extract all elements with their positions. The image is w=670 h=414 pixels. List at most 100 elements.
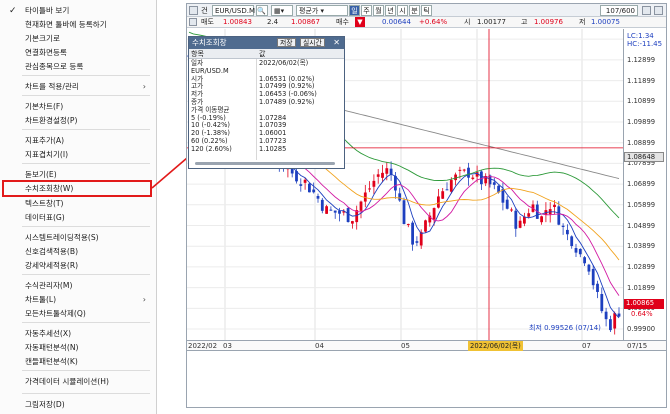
- menu-item[interactable]: 관심종목으로 등록: [0, 60, 156, 74]
- x-tick-label: 03: [223, 342, 232, 350]
- menu-item-label: 차트를 적용/관리: [25, 82, 79, 91]
- menu-separator: [22, 274, 150, 275]
- period-tab[interactable]: 틱: [421, 5, 432, 16]
- menu-item[interactable]: 기본크기로: [0, 32, 156, 46]
- menu-item-label: 차트환경설정(P): [25, 116, 78, 125]
- symbol-input[interactable]: EUR/USD.M: [212, 5, 255, 16]
- candle-body: [583, 257, 586, 264]
- popup-row-value: 2022/06/02(목): [259, 59, 309, 67]
- date-axis: 07/1507060504032022/02 2022/06/02(목): [187, 340, 666, 351]
- menu-item-label: 텍스트창(T): [25, 199, 64, 208]
- candle-body: [308, 183, 311, 193]
- menu-item[interactable]: 차트툴(L) ›: [0, 293, 156, 307]
- candle-body: [312, 189, 316, 193]
- quote-bar: 매도 1.00843 2.4 1.00867 매수 ▼ 0.00644 +0.6…: [187, 17, 666, 28]
- menu-item[interactable]: 수식관리자(M): [0, 279, 156, 293]
- menu-item[interactable]: 연결화면등록: [0, 46, 156, 60]
- realtime-button[interactable]: 실시간: [300, 38, 325, 47]
- candle-body: [574, 248, 578, 253]
- menu-item[interactable]: 캔들패턴분석(K): [0, 355, 156, 369]
- period-tab[interactable]: 시: [397, 5, 408, 16]
- menu-item[interactable]: 현재화면 툴바에 등록하기: [0, 18, 156, 32]
- menu-item-label: 모든차트툴삭제(Q): [25, 309, 86, 318]
- crosshair-date-flag: 2022/06/02(목): [468, 341, 523, 351]
- last-change-flag: 0.64%: [631, 310, 653, 318]
- candle-body: [518, 220, 522, 228]
- candle-body: [454, 174, 457, 181]
- menu-separator: [22, 226, 150, 227]
- candle-body: [492, 182, 496, 185]
- settings-icon[interactable]: [642, 6, 651, 15]
- menu-item[interactable]: 지표겹치기(I): [0, 148, 156, 162]
- menu-item[interactable]: 지표추가(A): [0, 134, 156, 148]
- menu-highlight-box: [2, 180, 152, 197]
- buy-price: 1.00867: [291, 18, 320, 26]
- menu-item-label: 자동패턴분석(N): [25, 343, 79, 352]
- period-tab[interactable]: 주: [361, 5, 372, 16]
- menu-separator: [22, 370, 150, 371]
- menu-item[interactable]: 자동추세선(X): [0, 327, 156, 341]
- y-tick-label: 1.03899: [627, 242, 656, 251]
- menu-item[interactable]: 신호검색적용(B): [0, 245, 156, 259]
- down-triangle-icon: ▼: [355, 17, 365, 27]
- menu-item-label: 타이틀바 보기: [25, 6, 70, 15]
- menu-item[interactable]: 데이터표(G): [0, 211, 156, 225]
- popup-titlebar[interactable]: 수치조회창 저장 실시간 ✕: [189, 37, 344, 49]
- candle-body: [609, 319, 612, 331]
- candle-body: [613, 313, 617, 329]
- quote-toggle-icon[interactable]: [189, 18, 197, 26]
- refresh-icon[interactable]: [654, 6, 663, 15]
- candle-body: [320, 199, 324, 211]
- period-tab[interactable]: 분: [409, 5, 420, 16]
- count-input[interactable]: 107/600: [600, 5, 638, 16]
- spread-value: 2.4: [267, 18, 279, 26]
- menu-item[interactable]: 그림저장(D): [0, 398, 156, 412]
- menu-item[interactable]: ✓ 타이틀바 보기: [0, 4, 156, 18]
- menu-separator: [22, 95, 150, 96]
- menu-item-label: 시스템트레이딩적용(S): [25, 233, 99, 242]
- menu-item[interactable]: 텍스트창(T): [0, 197, 156, 211]
- candle-body: [449, 180, 453, 192]
- menu-item[interactable]: 시스템트레이딩적용(S): [0, 231, 156, 245]
- candle-body: [445, 189, 449, 191]
- y-tick-label: 1.08899: [627, 138, 656, 147]
- candle-body: [505, 199, 509, 209]
- candle-body: [578, 248, 582, 255]
- candle-body: [368, 188, 371, 190]
- ma-type-select[interactable]: 평균가 ▾: [296, 5, 348, 16]
- menu-item[interactable]: 자동패턴분석(N): [0, 341, 156, 355]
- candle-body: [381, 172, 384, 178]
- chart-type-select[interactable]: ▦▾: [271, 5, 293, 16]
- period-tab[interactable]: 일: [349, 5, 360, 16]
- min-price-label: 최저 0.99526 (07/14): [529, 324, 601, 332]
- candle-body: [540, 216, 543, 223]
- menu-separator: [22, 393, 150, 394]
- menu-item[interactable]: 가격데이터 시뮬레이션(H): [0, 375, 156, 389]
- popup-row-value: 1.10285: [259, 144, 287, 153]
- popup-scrollbar[interactable]: [195, 162, 335, 165]
- y-tick-label: 1.06899: [627, 180, 656, 189]
- candle-body: [561, 225, 565, 227]
- grid-icon[interactable]: [189, 6, 198, 15]
- candle-body: [557, 206, 561, 225]
- menu-item[interactable]: 강세약세적용(R): [0, 259, 156, 273]
- candle-body: [596, 283, 599, 292]
- period-tab[interactable]: 월: [373, 5, 384, 16]
- period-tab[interactable]: 년: [385, 5, 396, 16]
- candle-body: [372, 180, 376, 187]
- menu-item[interactable]: 차트환경설정(P): [0, 114, 156, 128]
- menu-item-label: 캔들패턴분석(K): [25, 357, 78, 366]
- symbol-search-icon[interactable]: 🔍: [256, 5, 268, 16]
- count-label: 건: [201, 6, 208, 15]
- save-button[interactable]: 저장: [277, 38, 296, 47]
- menu-item[interactable]: 기본차트(F): [0, 100, 156, 114]
- menu-item[interactable]: 모든차트툴삭제(Q): [0, 307, 156, 321]
- chevron-right-icon: ›: [142, 82, 146, 91]
- menu-item[interactable]: 차트를 적용/관리 ›: [0, 80, 156, 94]
- candle-body: [600, 294, 604, 312]
- candle-body: [411, 222, 414, 245]
- menu-item-label: 강세약세적용(R): [25, 261, 79, 270]
- candle-body: [329, 209, 333, 211]
- close-icon[interactable]: ✕: [333, 37, 340, 49]
- candle-body: [462, 169, 466, 171]
